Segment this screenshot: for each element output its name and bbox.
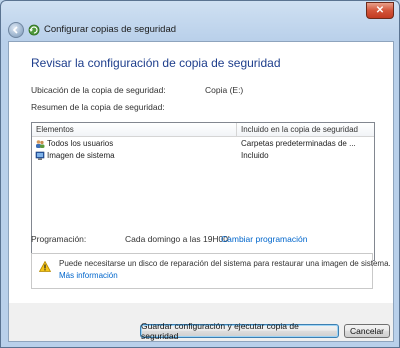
row-value: Carpetas predeterminadas de ...	[241, 139, 356, 148]
title-bar: ✕ Configurar copias de seguridad	[1, 1, 399, 39]
close-button[interactable]: ✕	[366, 2, 394, 19]
column-divider[interactable]	[236, 123, 237, 136]
row-value: Incluido	[241, 151, 269, 160]
location-label: Ubicación de la copia de seguridad:	[31, 85, 166, 95]
dialog-window: ✕ Configurar copias de seguridad Revisar…	[0, 0, 400, 348]
schedule-label: Programación:	[31, 234, 87, 244]
system-image-icon	[35, 151, 45, 160]
window-title: Configurar copias de seguridad	[44, 24, 177, 35]
location-value: Copia (E:)	[205, 85, 244, 95]
summary-label: Resumen de la copia de seguridad:	[31, 102, 165, 112]
schedule-value: Cada domingo a las 19H00'	[125, 234, 230, 244]
cancel-button[interactable]: Cancelar	[344, 324, 390, 338]
button-bar: Guardar configuración y ejecutar copia d…	[8, 303, 394, 342]
more-info-link[interactable]: Más información	[59, 271, 118, 280]
info-box: Puede necesitarse un disco de reparación…	[31, 253, 391, 289]
info-text: Puede necesitarse un disco de reparación…	[59, 259, 391, 268]
table-row[interactable]: Todos los usuarios Carpetas predetermina…	[32, 138, 374, 150]
change-schedule-link[interactable]: Cambiar programación	[221, 234, 307, 244]
back-button[interactable]	[8, 22, 24, 38]
table-row[interactable]: Imagen de sistema Incluido	[32, 150, 374, 162]
users-icon	[36, 140, 45, 148]
warning-icon	[39, 261, 51, 272]
content-panel: Revisar la configuración de copia de seg…	[8, 41, 394, 304]
row-name: Imagen de sistema	[47, 151, 115, 160]
close-icon: ✕	[375, 4, 385, 16]
back-arrow-icon	[12, 26, 18, 34]
table-header: Elementos Incluido en la copia de seguri…	[32, 123, 374, 137]
column-header-included[interactable]: Incluido en la copia de seguridad	[241, 125, 358, 134]
page-heading: Revisar la configuración de copia de seg…	[31, 56, 281, 70]
column-header-items[interactable]: Elementos	[36, 125, 74, 134]
save-and-run-backup-button[interactable]: Guardar configuración y ejecutar copia d…	[140, 321, 339, 341]
backup-app-icon	[28, 24, 40, 36]
row-name: Todos los usuarios	[47, 139, 114, 148]
